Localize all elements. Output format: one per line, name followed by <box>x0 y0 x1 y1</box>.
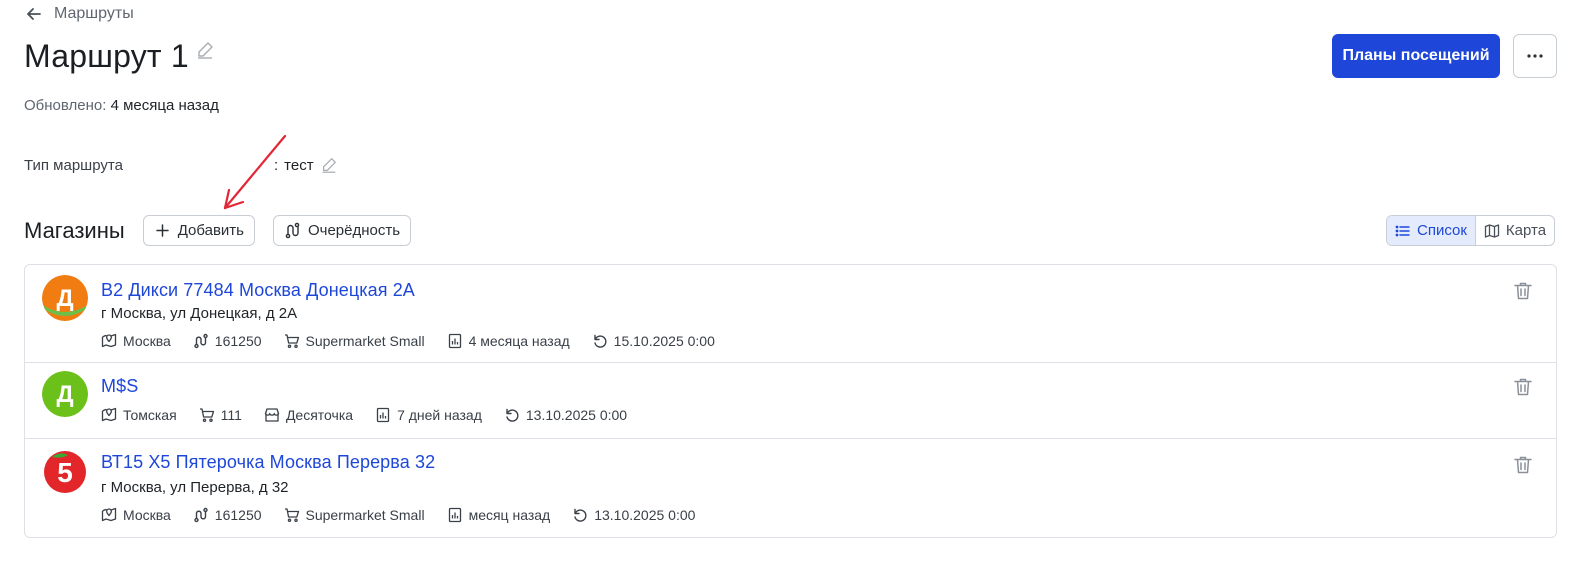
trash-icon[interactable] <box>1512 280 1534 302</box>
meta-region-text: Томская <box>123 407 177 423</box>
svg-text:Д: Д <box>56 285 73 312</box>
plus-icon <box>155 224 169 237</box>
store-row: Д В2 Дикси 77484 Москва Донецкая 2А г Мо… <box>25 265 1556 363</box>
cart-icon <box>199 408 214 422</box>
meta-chain-text: Десяточка <box>285 407 354 423</box>
store-row: 5 ВТ15 Х5 Пятерочка Москва Перерва 32 г … <box>25 439 1556 537</box>
store-icon <box>264 408 280 422</box>
svg-text:Д: Д <box>56 381 73 408</box>
view-map-label: Карта <box>1505 222 1547 239</box>
meta-next-text: 15.10.2025 0:00 <box>613 333 715 349</box>
store-name-link[interactable]: В2 Дикси 77484 Москва Донецкая 2А <box>101 280 415 301</box>
meta-format: 111 <box>199 407 242 423</box>
meta-format: Supermarket Small <box>284 333 425 349</box>
view-list-option[interactable]: Список <box>1387 216 1476 245</box>
order-button[interactable]: Очерёдность <box>272 215 412 246</box>
view-list-label: Список <box>1417 222 1467 239</box>
stores-header: Магазины Добавить Очерёдность <box>24 215 412 246</box>
meta-format-text: Supermarket Small <box>305 333 425 349</box>
meta-visited: месяц назад <box>447 507 551 523</box>
store-address: г Москва, ул Перерва, д 32 <box>101 479 289 496</box>
meta-region: Томская <box>101 407 177 423</box>
pyaterochka-logo: 5 <box>42 449 88 495</box>
route-title: Маршрут 1 <box>24 38 189 74</box>
meta-format-text: 111 <box>220 407 242 423</box>
meta-next: 13.10.2025 0:00 <box>572 507 695 523</box>
pencil-icon[interactable] <box>320 156 338 174</box>
dixy-logo: Д <box>42 371 88 417</box>
updated-info: Обновлено: 4 месяца назад <box>24 97 219 114</box>
trash-icon[interactable] <box>1512 454 1534 476</box>
annotation-arrow <box>223 134 287 210</box>
report-icon <box>376 407 390 423</box>
store-list: Д В2 Дикси 77484 Москва Донецкая 2А г Мо… <box>24 264 1557 538</box>
meta-visited-text: месяц назад <box>468 507 551 523</box>
back-link-label: Маршруты <box>54 5 134 22</box>
store-meta: Москва 161250 Supermarket Small месяц на… <box>101 507 695 523</box>
back-link[interactable]: Маршруты <box>24 4 134 24</box>
pencil-icon[interactable] <box>195 40 215 60</box>
report-icon <box>448 507 461 523</box>
page-title: Маршрут 1 <box>24 36 215 76</box>
store-row: Д M$S Томская 111 Десяточка 7 дней назад <box>25 363 1556 439</box>
view-toggle: Список Карта <box>1386 215 1556 246</box>
dixy-logo: Д <box>42 275 88 321</box>
map-pin-icon <box>101 333 117 348</box>
store-address: г Москва, ул Донецкая, д 2А <box>101 305 298 322</box>
trash-icon[interactable] <box>1512 376 1534 398</box>
svg-text:5: 5 <box>57 457 73 488</box>
meta-visited: 7 дней назад <box>375 407 482 423</box>
updated-value: 4 месяца назад <box>110 97 219 114</box>
route-icon <box>194 507 208 523</box>
undo-icon <box>574 508 587 522</box>
meta-format-text: Supermarket Small <box>305 507 425 523</box>
meta-next-text: 13.10.2025 0:00 <box>525 407 628 423</box>
meta-route: 161250 <box>193 333 262 349</box>
meta-visited: 4 месяца назад <box>447 333 570 349</box>
view-map-option[interactable]: Карта <box>1476 216 1554 245</box>
order-label: Очерёдность <box>307 222 401 239</box>
map-pin-icon <box>101 407 117 422</box>
list-icon <box>1395 225 1410 236</box>
meta-visited-text: 4 месяца назад <box>468 333 570 349</box>
route-icon <box>194 333 208 349</box>
store-meta: Томская 111 Десяточка 7 дней назад 13.10… <box>101 407 627 423</box>
meta-format: Supermarket Small <box>284 507 425 523</box>
store-name-link[interactable]: M$S <box>101 376 138 397</box>
meta-route: 161250 <box>193 507 262 523</box>
meta-region: Москва <box>101 507 171 523</box>
meta-visited-text: 7 дней назад <box>397 407 482 423</box>
store-name-link[interactable]: ВТ15 Х5 Пятерочка Москва Перерва 32 <box>101 452 435 473</box>
meta-route-text: 161250 <box>214 507 262 523</box>
more-button[interactable] <box>1513 34 1557 78</box>
visit-plans-button[interactable]: Планы посещений <box>1332 34 1500 78</box>
meta-region-text: Москва <box>123 507 171 523</box>
arrow-left-icon <box>27 8 41 20</box>
meta-route-text: 161250 <box>214 333 262 349</box>
undo-icon <box>506 408 519 422</box>
cart-icon <box>284 334 299 348</box>
meta-chain: Десяточка <box>264 407 353 423</box>
meta-next: 15.10.2025 0:00 <box>592 333 715 349</box>
updated-label: Обновлено: <box>24 97 107 114</box>
report-icon <box>448 333 461 349</box>
store-meta: Москва 161250 Supermarket Small 4 месяца… <box>101 333 715 349</box>
route-order-icon <box>285 222 300 239</box>
meta-next-text: 13.10.2025 0:00 <box>594 507 696 523</box>
meta-next: 13.10.2025 0:00 <box>504 407 627 423</box>
cart-icon <box>284 508 299 522</box>
meta-region-text: Москва <box>123 333 171 349</box>
undo-icon <box>593 334 607 348</box>
stores-title: Магазины <box>24 217 125 243</box>
add-store-label: Добавить <box>177 222 244 239</box>
map-icon <box>1484 223 1500 238</box>
map-pin-icon <box>101 507 117 522</box>
add-store-button[interactable]: Добавить <box>142 215 255 246</box>
meta-region: Москва <box>101 333 171 349</box>
more-dots-icon <box>1527 54 1543 58</box>
